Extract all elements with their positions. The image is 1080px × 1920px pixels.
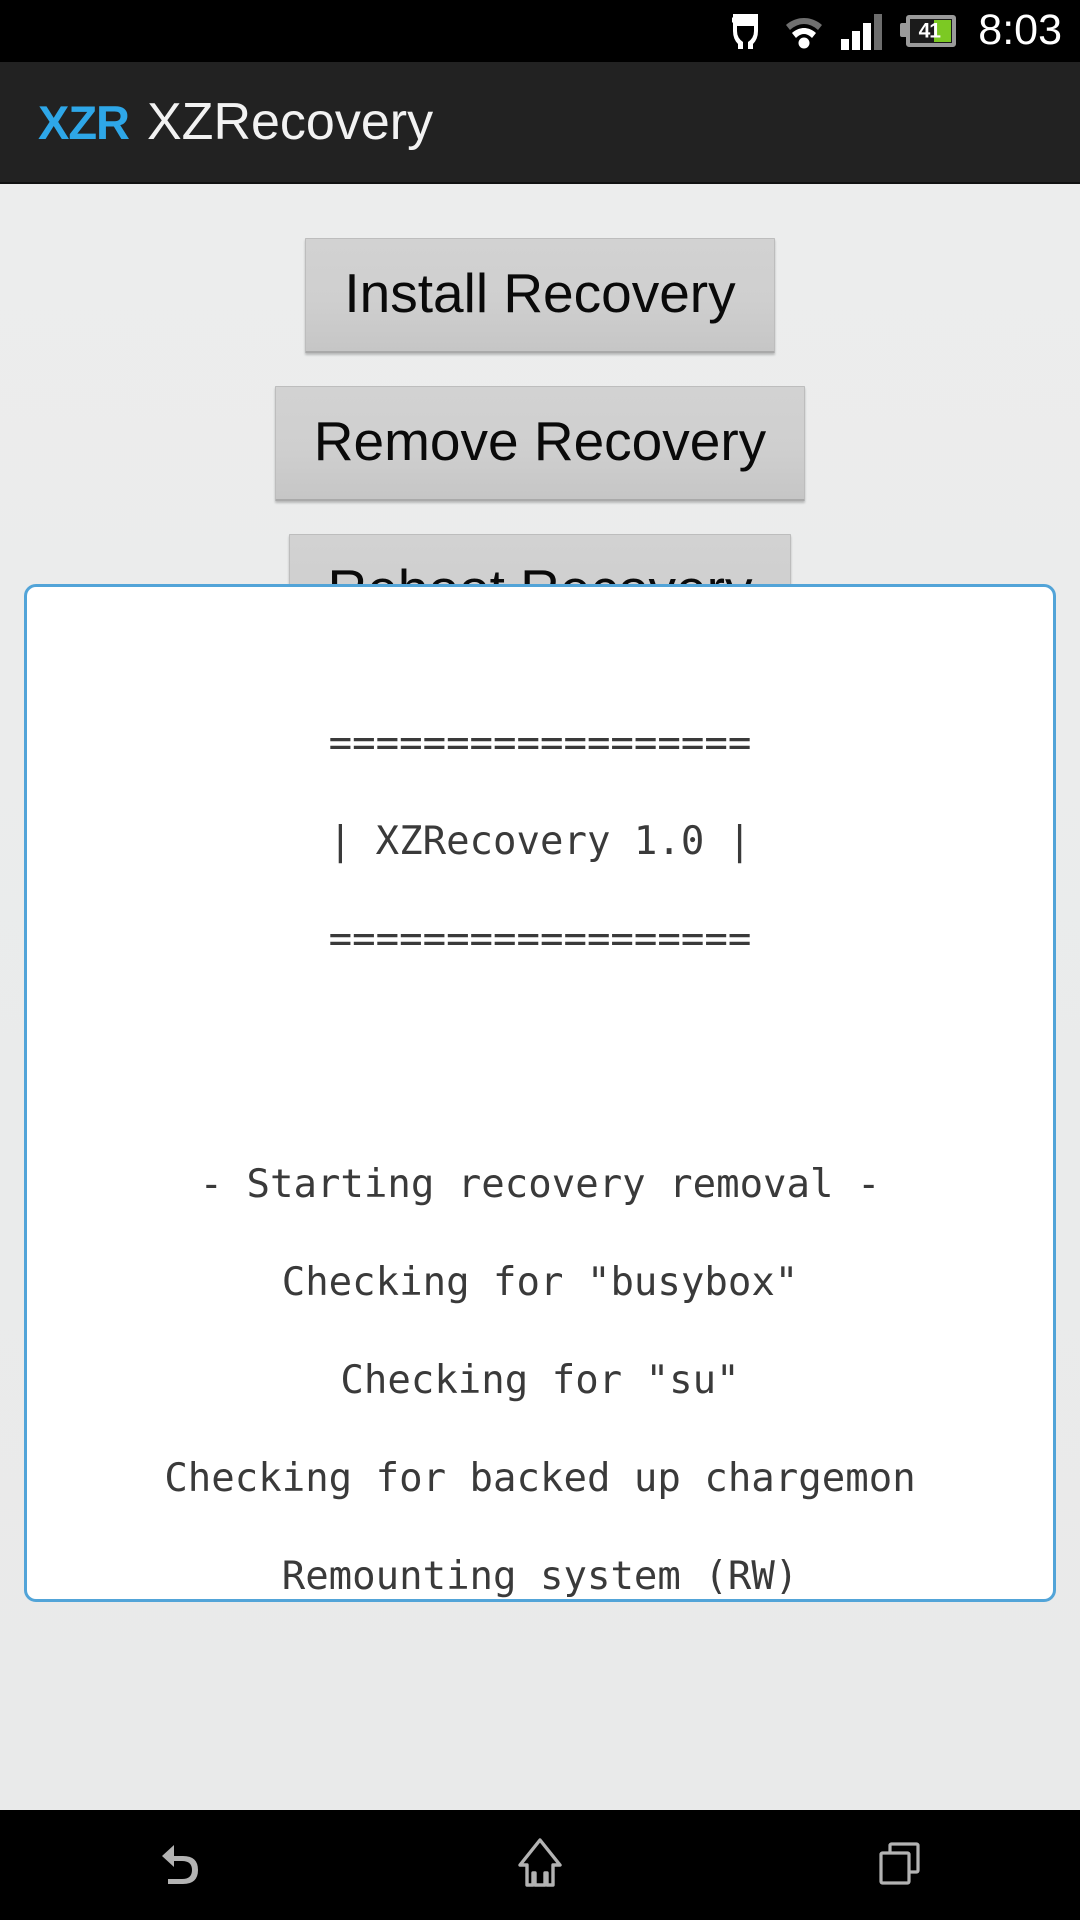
console-log-line: Remounting system (RW) — [281, 1554, 799, 1599]
console-log-line: Checking for backed up chargemon — [164, 1456, 916, 1501]
signal-icon — [841, 12, 883, 50]
nav-recents-button[interactable] — [800, 1810, 1000, 1920]
console-header-line-1: ================== — [328, 721, 752, 766]
remove-recovery-button[interactable]: Remove Recovery — [274, 386, 806, 501]
usb-icon — [723, 11, 767, 51]
install-recovery-button[interactable]: Install Recovery — [305, 238, 775, 353]
status-clock: 8:03 — [978, 5, 1062, 54]
status-bar: 41 8:03 — [0, 0, 1080, 62]
system-navigation-bar — [0, 1810, 1080, 1920]
phone-screen: 41 8:03 XZR XZRecovery Install Recovery … — [0, 0, 1080, 1920]
recent-apps-icon — [873, 1836, 927, 1895]
console-log-line: - Starting recovery removal - — [199, 1162, 881, 1207]
back-arrow-icon — [152, 1837, 208, 1894]
nav-home-button[interactable] — [440, 1810, 640, 1920]
console-log-line: Checking for "busybox" — [281, 1260, 799, 1305]
xzr-logo-icon: XZR — [38, 95, 130, 149]
app-action-bar: XZR XZRecovery — [0, 62, 1080, 184]
home-icon — [512, 1835, 568, 1896]
main-content: Install Recovery Remove Recovery Reboot … — [0, 184, 1080, 1810]
status-icons: 41 — [723, 11, 958, 51]
battery-percent-label: 41 — [918, 19, 941, 43]
battery-icon: 41 — [900, 13, 958, 49]
nav-back-button[interactable] — [80, 1810, 280, 1920]
wifi-icon — [784, 12, 824, 50]
console-output-panel[interactable]: ================== | XZRecovery 1.0 | ==… — [24, 584, 1056, 1602]
console-blank-gap — [27, 1013, 1053, 1111]
console-header-line-2: | XZRecovery 1.0 | — [328, 819, 752, 864]
console-header-line-3: ================== — [328, 917, 752, 962]
console-log-line: Checking for "su" — [340, 1358, 740, 1403]
console-output-text: ================== | XZRecovery 1.0 | ==… — [27, 587, 1053, 1599]
app-title: XZRecovery — [147, 93, 434, 151]
